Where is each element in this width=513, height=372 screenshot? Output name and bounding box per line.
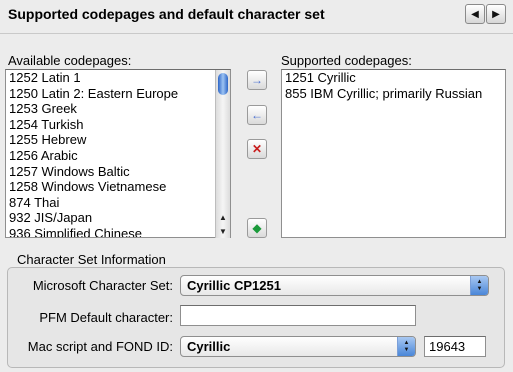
delete-codepage-button[interactable]: ✕ [247,139,267,159]
list-item[interactable]: 1255 Hebrew [6,132,230,148]
list-item[interactable]: 1257 Windows Baltic [6,164,230,180]
gem-icon: ◆ [252,221,262,235]
previous-button[interactable]: ◀ [465,4,485,24]
list-item[interactable]: 1250 Latin 2: Eastern Europe [6,86,230,102]
character-set-section-title: Character Set Information [17,252,166,267]
list-item[interactable]: 1253 Greek [6,101,230,117]
list-item[interactable]: 874 Thai [6,195,230,211]
microsoft-charset-value: Cyrillic CP1251 [187,278,281,293]
available-codepages-list[interactable]: 1252 Latin 1 1250 Latin 2: Eastern Europe… [5,69,231,238]
list-item[interactable]: 855 IBM Cyrillic; primarily Russian [282,86,505,102]
list-item[interactable]: 1256 Arabic [6,148,230,164]
list-item[interactable]: 936 Simplified Chinese [6,226,230,237]
set-default-codepage-button[interactable]: ◆ [247,218,267,238]
pfm-default-character-label: PFM Default character: [39,310,173,325]
list-item[interactable]: 1258 Windows Vietnamese [6,179,230,195]
scrollbar-thumb[interactable] [218,73,228,95]
mac-script-value: Cyrillic [187,339,231,354]
triangle-left-icon: ◀ [471,8,479,20]
arrow-right-icon: → [251,73,263,87]
available-list-scrollbar[interactable]: ▲ ▼ [215,70,230,238]
supported-codepages-label: Supported codepages: [281,53,412,68]
available-codepages-label: Available codepages: [8,53,132,68]
triangle-right-icon: ▶ [492,8,500,20]
popup-arrows-icon: ▲ ▼ [470,276,488,295]
list-item[interactable]: 1254 Turkish [6,117,230,133]
scroll-up-arrow-icon[interactable]: ▲ [216,210,230,224]
microsoft-charset-popup[interactable]: Cyrillic CP1251 ▲ ▼ [180,275,489,296]
section-title: Supported codepages and default characte… [8,6,325,22]
mac-script-popup[interactable]: Cyrillic ▲ ▼ [180,336,416,357]
microsoft-charset-label: Microsoft Character Set: [32,278,173,293]
supported-codepages-list[interactable]: 1251 Cyrillic 855 IBM Cyrillic; primarily… [281,69,506,238]
list-item[interactable]: 1251 Cyrillic [282,70,505,86]
popup-arrows-icon: ▲ ▼ [397,337,415,356]
pfm-default-character-field[interactable] [180,305,416,326]
add-codepage-button[interactable]: → [247,70,267,90]
scroll-down-arrow-icon[interactable]: ▼ [216,224,230,238]
header-divider [0,33,513,34]
fond-id-field[interactable]: 19643 [424,336,486,357]
close-icon: ✕ [251,142,263,156]
mac-script-fond-label: Mac script and FOND ID: [27,339,173,354]
list-item[interactable]: 1252 Latin 1 [6,70,230,86]
next-button[interactable]: ▶ [486,4,506,24]
arrow-left-icon: ← [251,108,263,122]
list-item[interactable]: 932 JIS/Japan [6,210,230,226]
remove-codepage-button[interactable]: ← [247,105,267,125]
